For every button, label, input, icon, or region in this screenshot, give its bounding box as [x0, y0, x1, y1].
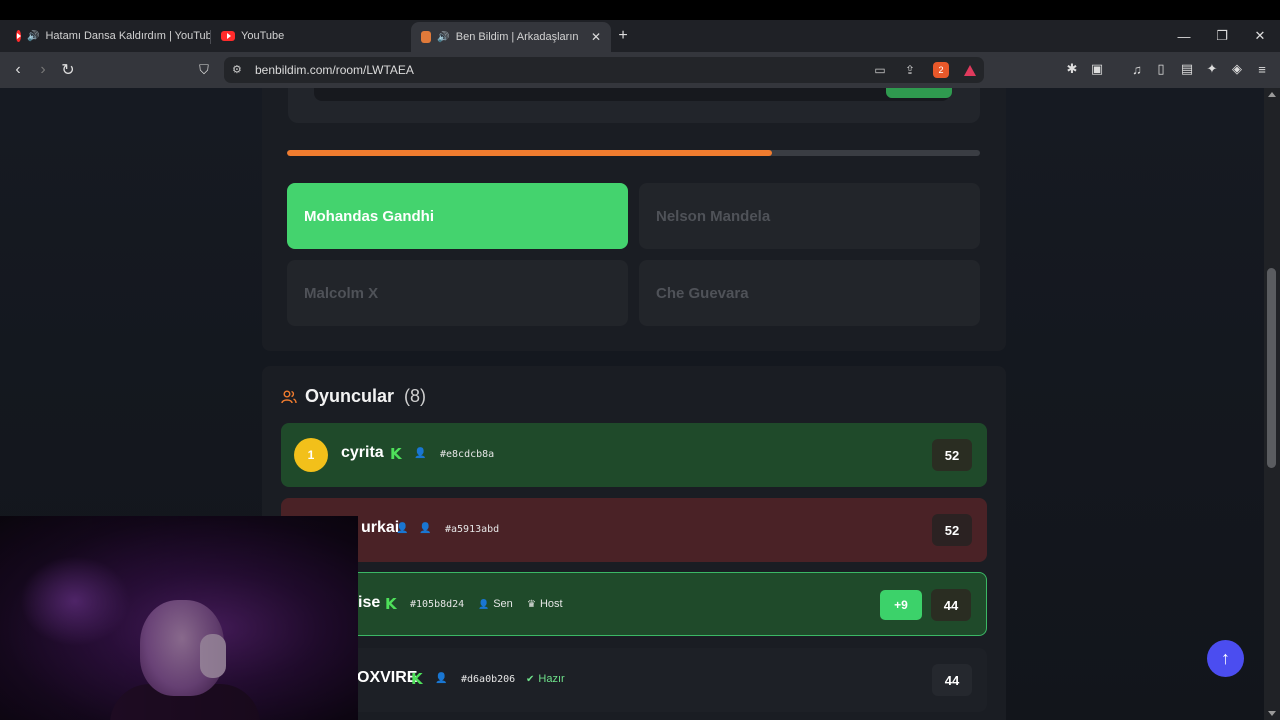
ready-label: Hazır — [538, 673, 565, 685]
tab-title: Hatamı Dansa Kaldırdım | YouTub — [45, 30, 211, 42]
tab-title: YouTube — [241, 30, 285, 42]
player-name: OXVIRE — [357, 669, 418, 686]
player-score: 52 — [932, 514, 972, 546]
sidebar-icon[interactable]: ▯ — [1152, 60, 1170, 78]
wallet-icon[interactable]: ▤ — [1178, 60, 1196, 78]
timer-progress-bar — [287, 150, 980, 156]
tab-youtube-video[interactable]: 🔊 Hatamı Dansa Kaldırdım | YouTub — [6, 22, 211, 50]
answer-input[interactable] — [314, 88, 950, 101]
speaker-icon: 🔊 — [437, 31, 450, 43]
ready-badge: ✔ Hazır — [526, 673, 565, 685]
page-scrollbar[interactable] — [1264, 88, 1280, 720]
answer-option-2[interactable]: Nelson Mandela — [639, 183, 980, 249]
player-row-self: ise K #105b8d24 👤 Sen ♛ Host +9 44 — [281, 572, 987, 636]
vpn-icon[interactable]: ◈ — [1228, 60, 1246, 78]
arrow-up-icon: ↑ — [1221, 648, 1230, 668]
share-icon[interactable]: ⇪ — [902, 62, 918, 78]
kick-icon: K — [385, 595, 397, 613]
player-row: urkai 👤 👤 #a5913abd 52 — [281, 498, 987, 562]
answer-option-4[interactable]: Che Guevara — [639, 260, 980, 326]
tab-title: Ben Bildim | Arkadaşlarınla O — [455, 31, 579, 43]
player-id: #a5913abd — [445, 524, 500, 535]
timer-progress-fill — [287, 150, 773, 156]
answer-option-3[interactable]: Malcolm X — [287, 260, 628, 326]
close-tab-icon[interactable]: ✕ — [591, 30, 601, 44]
rank-badge: 1 — [294, 438, 328, 472]
webcam-shade — [0, 516, 358, 720]
host-label: Host — [539, 598, 563, 610]
site-settings-icon[interactable]: ⚙ — [232, 63, 246, 77]
top-black-strip — [0, 0, 1280, 20]
kick-icon: K — [411, 670, 423, 688]
submit-button[interactable] — [886, 88, 952, 98]
minimize-icon[interactable]: — — [1165, 20, 1203, 52]
tab-youtube[interactable]: YouTube — [211, 22, 411, 50]
address-bar[interactable]: ⚙ benbildim.com/room/LWTAEA ▭ ⇪ 2 — [224, 57, 984, 83]
users-icon — [281, 390, 297, 403]
answer-option-1[interactable]: Mohandas Gandhi — [287, 183, 628, 249]
answer-label: Che Guevara — [656, 284, 749, 302]
scroll-up-icon[interactable] — [1268, 92, 1276, 97]
new-tab-button[interactable]: + — [611, 24, 635, 48]
player-score: 44 — [931, 589, 971, 621]
youtube-icon — [16, 30, 21, 42]
player-name: ise — [358, 594, 381, 611]
check-circle-icon: ✔ — [526, 673, 535, 685]
brave-shield-icon[interactable]: 2 — [933, 62, 949, 78]
restore-icon[interactable]: ❐ — [1203, 20, 1241, 52]
host-badge: ♛ Host — [527, 598, 563, 610]
scrollbar-thumb[interactable] — [1267, 268, 1276, 468]
player-score: 52 — [932, 439, 972, 471]
players-count: (8) — [404, 386, 427, 406]
crown-icon: ♛ — [527, 598, 536, 610]
you-badge: 👤 Sen — [478, 598, 513, 610]
leo-ai-icon[interactable]: ✦ — [1203, 60, 1221, 78]
webcam-overlay — [0, 516, 358, 720]
scroll-to-top-button[interactable]: ↑ — [1207, 640, 1244, 677]
points-gained-badge: +9 — [880, 590, 922, 620]
player-score: 44 — [932, 664, 972, 696]
benbildim-icon — [421, 31, 432, 43]
kick-icon: K — [390, 445, 402, 463]
brave-rewards-icon[interactable] — [962, 62, 978, 78]
youtube-icon — [221, 31, 235, 41]
answer-input-area — [288, 88, 980, 123]
navigation-bar: ‹ › ↻ ⛉ ⚙ benbildim.com/room/LWTAEA ▭ ⇪ … — [0, 52, 1280, 88]
screenshot-icon[interactable]: ▣ — [1088, 60, 1106, 78]
user-icon: 👤 — [478, 598, 490, 609]
player-id: #d6a0b206 — [461, 674, 516, 685]
tab-bar: 🔊 Hatamı Dansa Kaldırdım | YouTub YouTub… — [0, 20, 1280, 52]
add-friend-icon[interactable]: 👤 — [419, 523, 431, 535]
tab-benbildim[interactable]: 🔊 Ben Bildim | Arkadaşlarınla O ✕ — [411, 22, 611, 52]
url-text[interactable]: benbildim.com/room/LWTAEA — [255, 63, 414, 77]
speaker-icon: 🔊 — [27, 30, 40, 42]
back-icon[interactable]: ‹ — [6, 58, 30, 82]
add-friend-icon[interactable]: 👤 — [414, 448, 426, 460]
scroll-down-icon[interactable] — [1268, 711, 1276, 716]
media-icon[interactable]: ♫ — [1128, 60, 1146, 78]
player-name: urkai — [361, 519, 400, 536]
answer-label: Nelson Mandela — [656, 207, 771, 225]
answer-label: Malcolm X — [304, 284, 379, 302]
answer-label: Mohandas Gandhi — [304, 207, 435, 225]
player-row: 1 cyrita K 👤 #e8cdcb8a 52 — [281, 423, 987, 487]
players-title: Oyuncular — [305, 386, 395, 406]
menu-icon[interactable]: ≡ — [1253, 60, 1271, 78]
user-icon: 👤 — [396, 523, 409, 534]
player-id: #105b8d24 — [410, 599, 465, 610]
add-friend-icon[interactable]: 👤 — [435, 673, 447, 685]
player-row: OXVIRE K 👤 #d6a0b206 ✔ Hazır 44 — [281, 648, 987, 712]
reload-icon[interactable]: ↻ — [56, 58, 80, 82]
you-label: Sen — [493, 598, 513, 610]
bookmark-icon[interactable]: ⛉ — [192, 58, 216, 82]
players-header: Oyuncular (8) — [281, 386, 426, 407]
player-name: cyrita — [341, 444, 384, 461]
player-id: #e8cdcb8a — [440, 449, 495, 460]
close-window-icon[interactable]: ✕ — [1241, 20, 1279, 52]
cast-icon[interactable]: ▭ — [872, 62, 888, 78]
forward-icon[interactable]: › — [31, 58, 55, 82]
extensions-icon[interactable]: ✱ — [1063, 60, 1081, 78]
